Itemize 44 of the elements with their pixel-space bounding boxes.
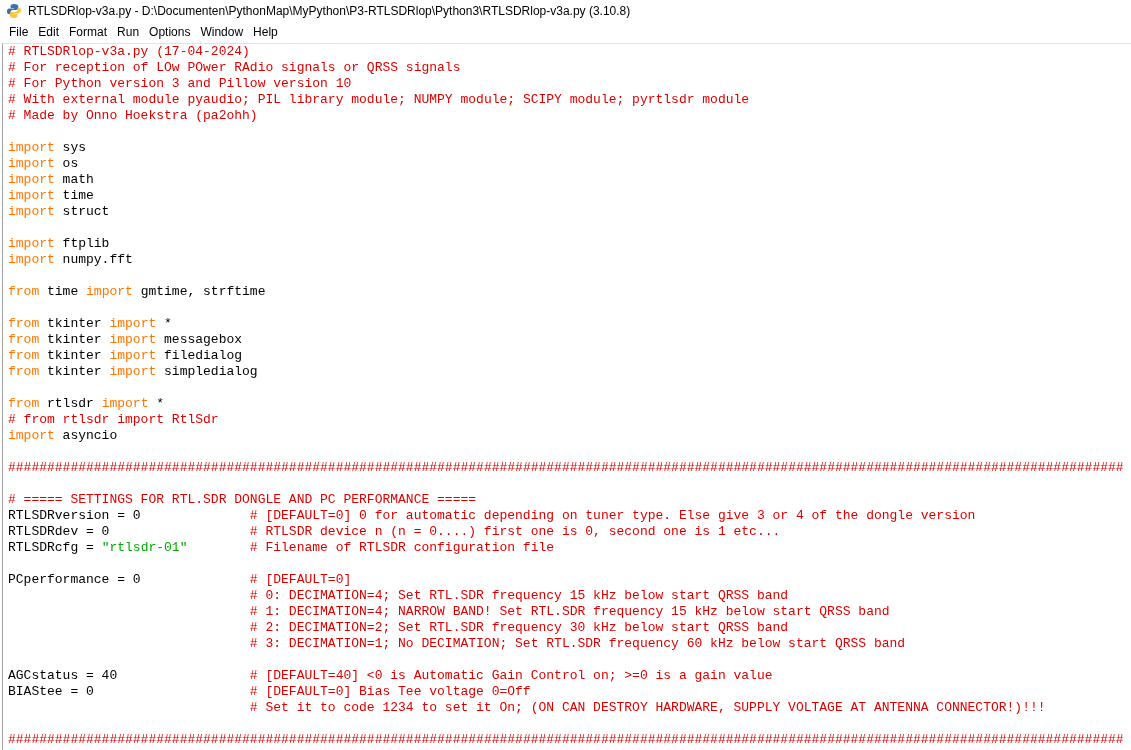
code-line: import numpy.fft (8, 252, 134, 268)
menu-item[interactable]: Run (112, 25, 145, 39)
menu-item[interactable]: Edit (33, 25, 65, 39)
menu-item[interactable]: Format (64, 25, 113, 39)
code-line: AGCstatus = 40 # [DEFAULT=40] <0 is Automatic Gain Control on; >=0 is a gain value (8, 668, 774, 684)
code-line: # With external module pyaudio; PIL library module; NUMPY module; SCIPY module; pyrtlsdr module (8, 92, 751, 108)
menu-item[interactable]: File (4, 25, 34, 39)
code-line: # from rtlsdr import RtlSdr (8, 412, 220, 428)
code-line: import ftplib (8, 236, 111, 252)
code-line: RTLSDRdev = 0 # RTLSDR device n (n = 0....) first one is 0, second one is 1 etc... (8, 524, 782, 540)
code-line: import math (8, 172, 95, 188)
code-editor[interactable] (2, 43, 1131, 750)
code-line: PCperformance = 0 # [DEFAULT=0] (8, 572, 353, 588)
code-line: # Made by Onno Hoekstra (pa2ohh) (8, 108, 259, 124)
code-line: RTLSDRcfg = "rtlsdr-01" # Filename of RTLSDR configuration file (8, 540, 556, 556)
code-line: # RTLSDRlop-v3a.py (17-04-2024) (8, 44, 251, 60)
menu-item[interactable]: Window (195, 25, 249, 39)
code-line: # For Python version 3 and Pillow version 10 (8, 76, 353, 92)
python-logo-icon (6, 3, 22, 19)
code-line: import time (8, 188, 95, 204)
code-line: from tkinter import filedialog (8, 348, 244, 364)
code-line: ############################################################################################################################################### (8, 460, 1125, 476)
code-line: BIAStee = 0 # [DEFAULT=0] Bias Tee voltage 0=Off (8, 684, 532, 700)
code-line: # For reception of LOw POwer RAdio signals or QRSS signals (8, 60, 462, 76)
code-line: # ===== SETTINGS FOR RTL.SDR DONGLE AND PC PERFORMANCE ===== (8, 492, 478, 508)
code-line: import struct (8, 204, 111, 220)
code-line: from tkinter import simpledialog (8, 364, 259, 380)
window-title: RTLSDRlop-v3a.py - D:\Documenten\PythonMap\MyPython\P3-RTLSDRlop\Python3\RTLSDRlop-v3a.py (3.10.8) (28, 4, 631, 18)
code-line: from time import gmtime, strftime (8, 284, 267, 300)
code-line: # Set it to code 1234 to set it On; (ON CAN DESTROY HARDWARE, SUPPLY VOLTAGE AT ANTENNA CONNECTOR!)!!! (248, 700, 1047, 716)
code-line: import sys (8, 140, 88, 156)
code-line: # 1: DECIMATION=4; NARROW BAND! Set RTL.SDR frequency 15 kHz below start QRSS band (248, 604, 891, 620)
code-line: from tkinter import messagebox (8, 332, 244, 348)
code-line: from tkinter import * (8, 316, 173, 332)
code-line: RTLSDRversion = 0 # [DEFAULT=0] 0 for automatic depending on tuner type. Else give 3 or 4 of the dongle version (8, 508, 977, 524)
code-line: # 2: DECIMATION=2; Set RTL.SDR frequency 30 kHz below start QRSS band (248, 620, 790, 636)
menu-item[interactable]: Options (144, 25, 196, 39)
code-line: # 0: DECIMATION=4; Set RTL.SDR frequency 15 kHz below start QRSS band (248, 588, 790, 604)
code-line: import os (8, 156, 80, 172)
code-line: import asyncio (8, 428, 119, 444)
code-line: ############################################################################################################################################### (8, 732, 1125, 748)
menu-item[interactable]: Help (248, 25, 283, 39)
code-line: # 3: DECIMATION=1; No DECIMATION; Set RTL.SDR frequency 60 kHz below start QRSS band (248, 636, 907, 652)
code-line: from rtlsdr import * (8, 396, 166, 412)
